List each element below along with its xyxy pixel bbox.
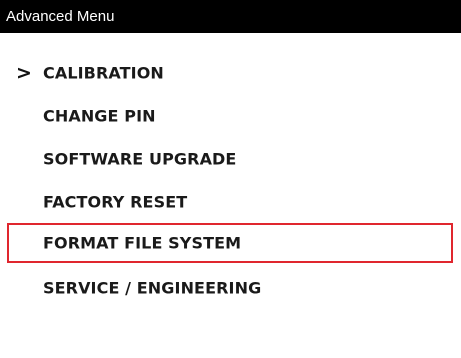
- menu-item-label: SOFTWARE UPGRADE: [43, 149, 237, 169]
- menu-item-factory-reset[interactable]: FACTORY RESET: [0, 182, 461, 222]
- menu-item-label: FORMAT FILE SYSTEM: [43, 233, 242, 253]
- menu-item-label: CHANGE PIN: [43, 106, 156, 126]
- menu-item-format-file-system[interactable]: FORMAT FILE SYSTEM: [7, 223, 453, 263]
- menu-item-software-upgrade[interactable]: SOFTWARE UPGRADE: [0, 139, 461, 179]
- menu-item-service-engineering[interactable]: SERVICE / ENGINEERING: [0, 268, 461, 308]
- menu-item-label: SERVICE / ENGINEERING: [43, 278, 262, 298]
- window-title: Advanced Menu: [6, 8, 115, 25]
- menu-item-change-pin[interactable]: CHANGE PIN: [0, 96, 461, 136]
- title-bar: Advanced Menu: [0, 0, 461, 33]
- menu-item-calibration[interactable]: > CALIBRATION: [0, 53, 461, 93]
- menu-item-label: FACTORY RESET: [43, 192, 188, 212]
- chevron-right-icon: >: [16, 62, 32, 84]
- menu-item-label: CALIBRATION: [43, 63, 164, 83]
